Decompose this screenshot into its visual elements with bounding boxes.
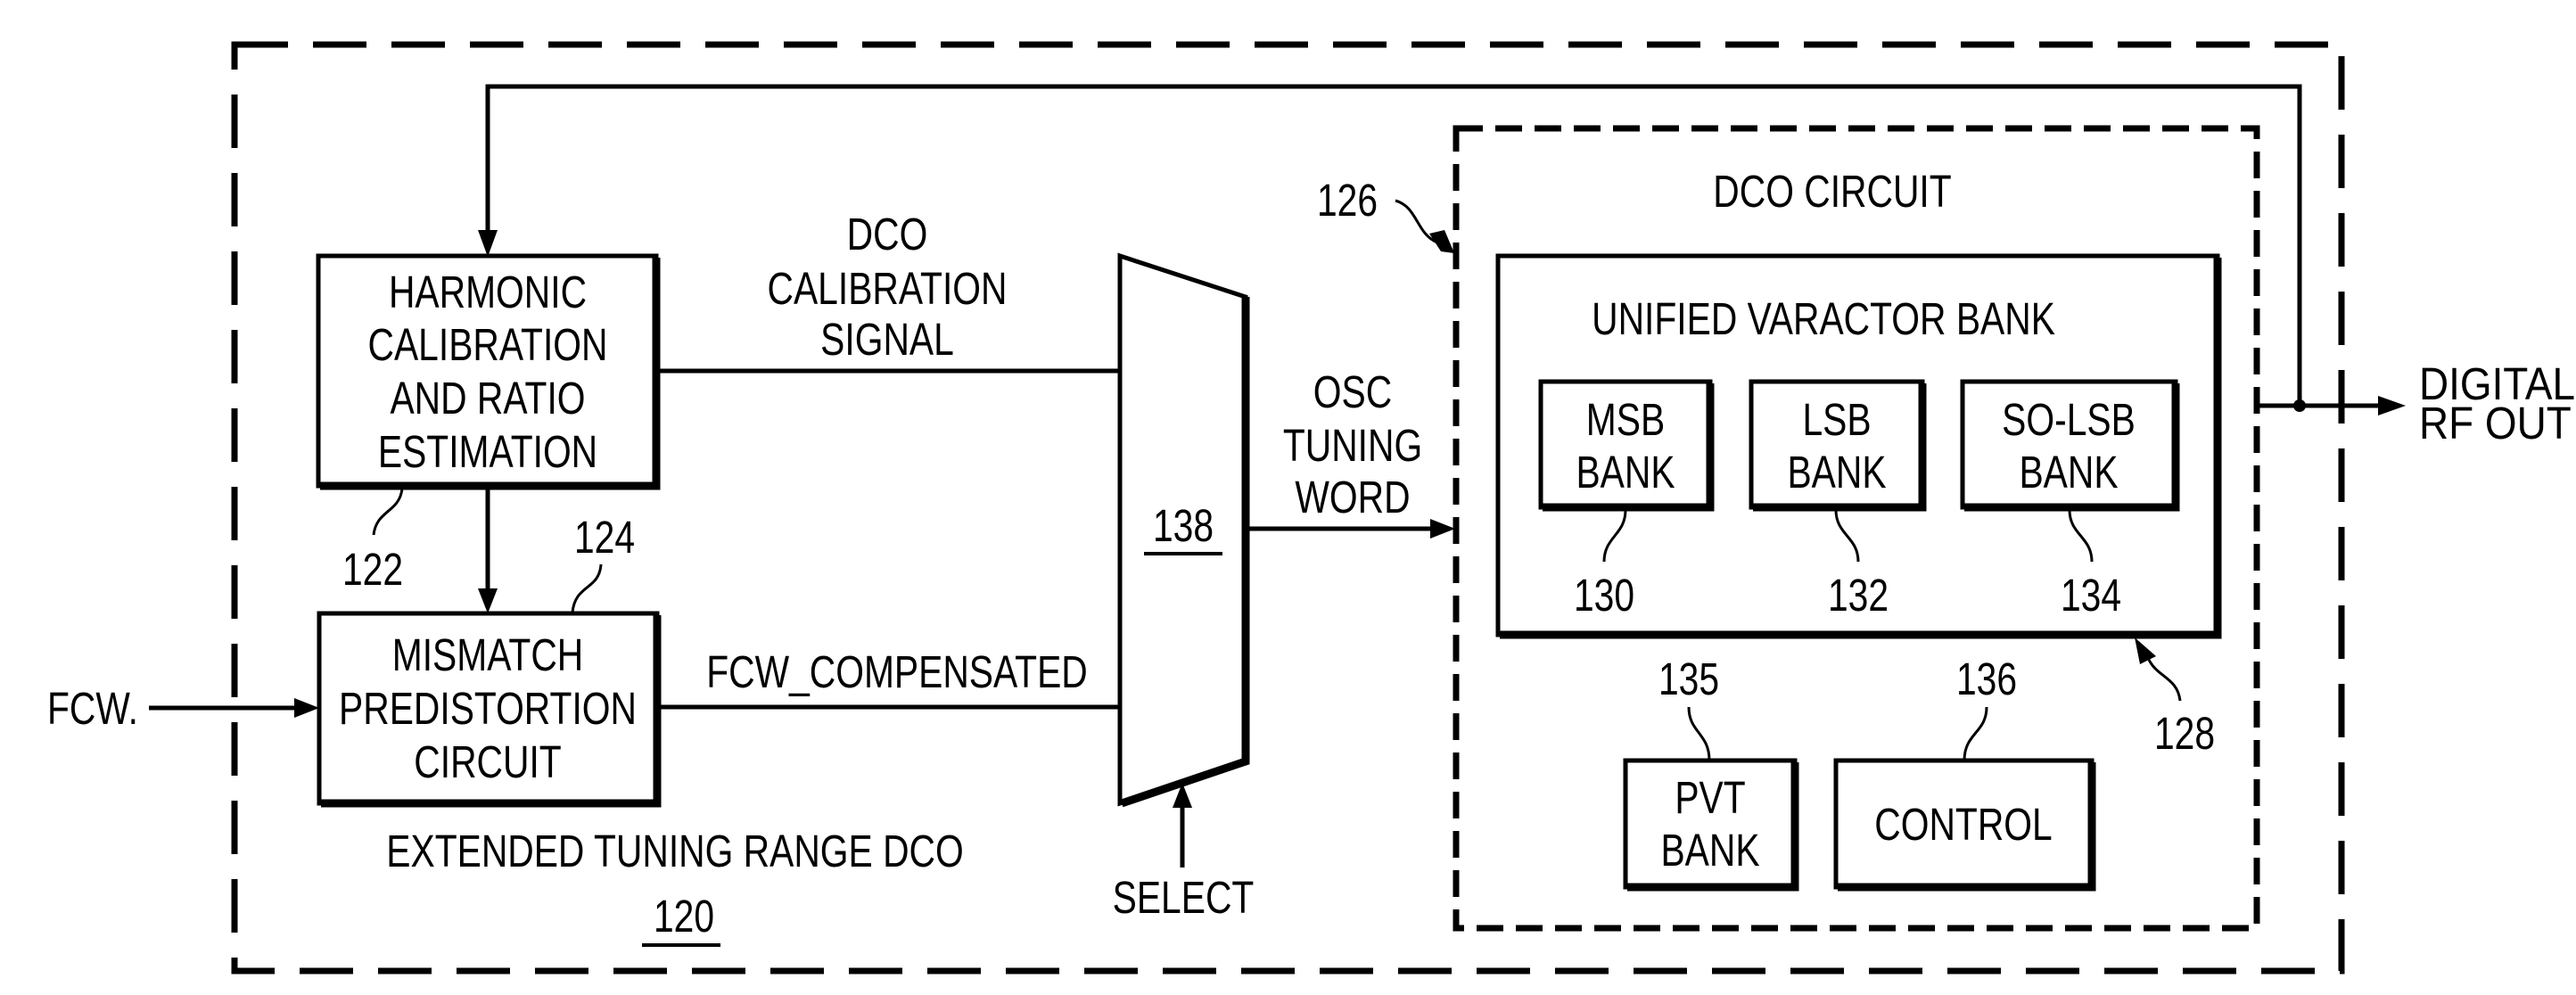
ref-136-leader xyxy=(1963,706,1988,761)
ref-128-leader xyxy=(2147,659,2182,702)
block-diagram: HARMONIC CALIBRATION AND RATIO ESTIMATIO… xyxy=(47,41,2575,974)
osc-tuning-word-arrowhead-icon xyxy=(1430,519,1455,539)
ref-135-leader xyxy=(1687,706,1711,761)
dco-calibration-line-2: CALIBRATION xyxy=(768,263,1008,314)
ref-132-label: 132 xyxy=(1828,570,1889,621)
ref-122-label: 122 xyxy=(342,544,403,595)
dco-calibration-line-3: SIGNAL xyxy=(820,314,954,365)
ref-134-label: 134 xyxy=(2061,570,2121,621)
mismatch-line-2: PREDISTORTION xyxy=(339,683,637,734)
harmonic-line-4: ESTIMATION xyxy=(378,426,597,477)
msb-bank-line-1: MSB xyxy=(1586,394,1665,445)
ref-130-label: 130 xyxy=(1574,570,1634,621)
ref-128-label: 128 xyxy=(2154,708,2215,759)
select-label: SELECT xyxy=(1113,872,1255,923)
mux-ref-label: 138 xyxy=(1153,500,1214,551)
pvt-bank-line-2: BANK xyxy=(1660,825,1759,876)
harmonic-line-2: CALIBRATION xyxy=(368,319,608,370)
pvt-bank-line-1: PVT xyxy=(1675,772,1745,823)
dco-circuit-title: DCO CIRCUIT xyxy=(1713,166,1951,217)
ref-124-label: 124 xyxy=(574,512,635,563)
fcw-input-arrowhead-icon xyxy=(294,698,319,718)
harmonic-line-3: AND RATIO xyxy=(390,373,585,423)
mismatch-line-3: CIRCUIT xyxy=(414,736,561,787)
mismatch-line-1: MISMATCH xyxy=(392,629,584,680)
extended-tuning-range-dco-title: EXTENDED TUNING RANGE DCO xyxy=(386,826,963,876)
fcw-compensated-label: FCW_COMPENSATED xyxy=(706,646,1088,697)
unified-varactor-bank-title: UNIFIED VARACTOR BANK xyxy=(1592,293,2055,344)
dco-calibration-line-1: DCO xyxy=(847,209,928,259)
junction-dot xyxy=(2293,399,2306,412)
harmonic-line-1: HARMONIC xyxy=(389,267,587,317)
osc-tuning-word-line-1: OSC xyxy=(1313,366,1392,417)
ref-122-leader xyxy=(372,488,404,536)
ref-120-label: 120 xyxy=(654,891,714,942)
ref-135-label: 135 xyxy=(1658,654,1719,704)
so-lsb-bank-line-1: SO-LSB xyxy=(2002,394,2136,445)
msb-bank-line-2: BANK xyxy=(1576,447,1675,497)
ref-136-label: 136 xyxy=(1956,654,2017,704)
feedback-arrowhead-icon xyxy=(478,230,498,257)
digital-rf-out-arrowhead-icon xyxy=(2378,396,2406,415)
fcw-input-label: FCW. xyxy=(47,683,138,734)
ref-126-label: 126 xyxy=(1317,175,1378,226)
ref-128-arrowhead-icon xyxy=(2135,637,2156,664)
harmonic-to-mismatch-arrowhead-icon xyxy=(478,588,498,613)
control-label: CONTROL xyxy=(1874,799,2052,850)
digital-rf-out-line-2: RF OUT xyxy=(2419,399,2572,449)
so-lsb-bank-line-2: BANK xyxy=(2019,447,2118,497)
ref-124-leader xyxy=(571,563,603,613)
osc-tuning-word-line-3: WORD xyxy=(1295,472,1410,522)
lsb-bank-line-2: BANK xyxy=(1787,447,1886,497)
lsb-bank-line-1: LSB xyxy=(1802,394,1871,445)
osc-tuning-word-line-2: TUNING xyxy=(1283,420,1422,471)
